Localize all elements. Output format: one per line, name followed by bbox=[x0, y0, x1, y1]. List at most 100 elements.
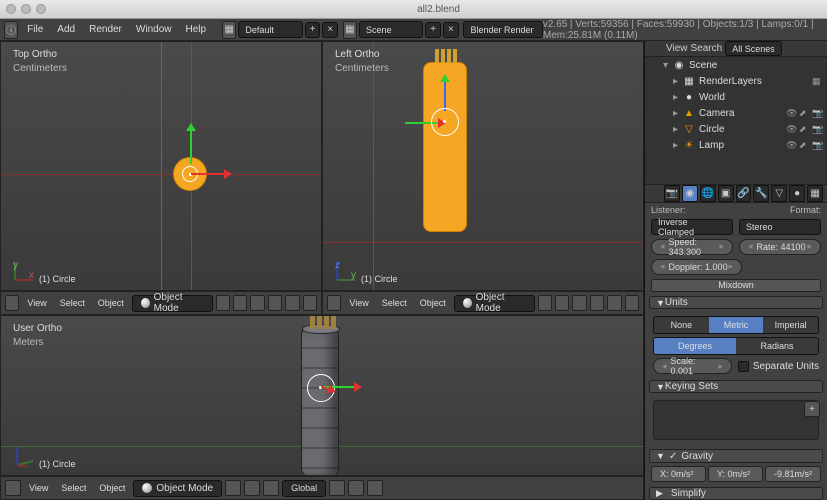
gravity-checkbox[interactable]: ✓ bbox=[669, 451, 677, 462]
vp-menu-object[interactable]: Object bbox=[94, 483, 130, 493]
tree-renderlayers[interactable]: ▸▦RenderLayers▦ bbox=[645, 73, 827, 89]
tab-data[interactable]: ▽ bbox=[771, 185, 787, 202]
cursor-icon[interactable]: ⬈ bbox=[799, 140, 810, 151]
render-icon[interactable]: 📷 bbox=[812, 124, 823, 135]
mode-dropdown[interactable]: Object Mode bbox=[454, 295, 535, 312]
gravity-y-field[interactable]: Y: 0m/s² bbox=[708, 466, 763, 482]
vp-menu-view[interactable]: View bbox=[22, 298, 51, 308]
render-engine-dropdown[interactable]: Blender Render bbox=[463, 21, 542, 38]
tab-render[interactable]: 📷 bbox=[664, 185, 680, 202]
gravity-x-field[interactable]: X: 0m/s² bbox=[651, 466, 706, 482]
tab-material[interactable]: ● bbox=[789, 185, 805, 202]
render-icon[interactable] bbox=[367, 480, 383, 496]
mode-dropdown[interactable]: Object Mode bbox=[133, 480, 222, 497]
editor-type-icon[interactable] bbox=[5, 480, 21, 496]
shading-icon[interactable] bbox=[216, 295, 230, 311]
mixdown-button[interactable]: Mixdown bbox=[651, 279, 821, 292]
render-icon[interactable]: 📷 bbox=[812, 108, 823, 119]
mode-dropdown[interactable]: Object Mode bbox=[132, 295, 213, 312]
units-radians-button[interactable]: Radians bbox=[736, 338, 818, 354]
eye-icon[interactable]: 👁 bbox=[786, 140, 797, 151]
manipulator-icon[interactable] bbox=[303, 295, 317, 311]
menu-window[interactable]: Window bbox=[129, 24, 179, 35]
layout-remove-button[interactable]: × bbox=[322, 22, 338, 38]
layout-add-button[interactable]: + bbox=[305, 22, 321, 38]
speed-field[interactable]: Speed: 343.300 bbox=[651, 239, 733, 255]
menu-add[interactable]: Add bbox=[50, 24, 82, 35]
tab-world[interactable]: 🌐 bbox=[700, 185, 716, 202]
add-keying-set-button[interactable]: + bbox=[804, 401, 820, 417]
vp-menu-object[interactable]: Object bbox=[415, 298, 451, 308]
scene-remove-button[interactable]: × bbox=[443, 22, 459, 38]
units-degrees-button[interactable]: Degrees bbox=[654, 338, 736, 354]
shading-icon[interactable] bbox=[225, 480, 241, 496]
viewport-user[interactable]: User Ortho Meters (1) Circle bbox=[0, 315, 644, 476]
keying-sets-list[interactable]: + bbox=[653, 400, 819, 440]
vp-menu-select[interactable]: Select bbox=[56, 483, 91, 493]
eye-icon[interactable]: 👁 bbox=[786, 108, 797, 119]
gravity-z-field[interactable]: -9.81m/s² bbox=[765, 466, 821, 482]
units-panel-header[interactable]: ▼ Units bbox=[649, 296, 823, 309]
units-metric-button[interactable]: Metric bbox=[709, 317, 764, 333]
layers-icon[interactable] bbox=[250, 295, 264, 311]
tree-scene[interactable]: ▾◉Scene bbox=[645, 57, 827, 73]
viewport-left[interactable]: Left Ortho Centimeters zy (1) Circle bbox=[322, 41, 644, 291]
snap-icon[interactable] bbox=[590, 295, 604, 311]
orientation-dropdown[interactable]: Global bbox=[282, 480, 326, 497]
pivot-icon[interactable] bbox=[244, 480, 260, 496]
outliner-filter-dropdown[interactable]: All Scenes bbox=[725, 41, 782, 56]
shading-icon[interactable] bbox=[538, 295, 552, 311]
doppler-field[interactable]: Doppler: 1.000 bbox=[651, 259, 742, 275]
layout-browse-icon[interactable]: ▦ bbox=[222, 21, 236, 39]
snap-icon[interactable] bbox=[348, 480, 364, 496]
traffic-lights[interactable] bbox=[6, 4, 46, 14]
scene-browse-icon[interactable]: ▦ bbox=[343, 21, 357, 39]
vp-menu-select[interactable]: Select bbox=[377, 298, 412, 308]
editor-type-icon[interactable] bbox=[5, 295, 19, 311]
scene-dropdown[interactable]: Scene bbox=[359, 21, 423, 38]
keying-sets-panel-header[interactable]: ▼ Keying Sets bbox=[649, 380, 823, 393]
gravity-panel-header[interactable]: ▼ ✓Gravity bbox=[649, 449, 823, 462]
tree-camera[interactable]: ▸▲Camera👁⬈📷 bbox=[645, 105, 827, 121]
format-dropdown[interactable]: Stereo bbox=[739, 219, 821, 235]
rate-field[interactable]: Rate: 44100 bbox=[739, 239, 821, 255]
vp-menu-object[interactable]: Object bbox=[93, 298, 129, 308]
editor-type-icon[interactable] bbox=[649, 42, 663, 56]
info-editor-icon[interactable]: ⓘ bbox=[4, 21, 18, 39]
separate-units-checkbox[interactable] bbox=[738, 361, 749, 372]
manipulator-icon[interactable] bbox=[625, 295, 639, 311]
menu-file[interactable]: File bbox=[20, 24, 50, 35]
layers-icon[interactable] bbox=[329, 480, 345, 496]
menu-help[interactable]: Help bbox=[178, 24, 213, 35]
units-imperial-button[interactable]: Imperial bbox=[763, 317, 818, 333]
outliner-search-menu[interactable]: Search bbox=[691, 43, 723, 54]
viewport-top[interactable]: Top Ortho Centimeters yx (1) Circle bbox=[0, 41, 322, 291]
snap-icon[interactable] bbox=[268, 295, 282, 311]
object-circle-3d[interactable] bbox=[301, 328, 339, 476]
tree-lamp[interactable]: ▸☀Lamp👁⬈📷 bbox=[645, 137, 827, 153]
cursor-icon[interactable]: ⬈ bbox=[799, 124, 810, 135]
tree-circle[interactable]: ▸▽Circle👁⬈📷 bbox=[645, 121, 827, 137]
proportional-icon[interactable] bbox=[607, 295, 621, 311]
vp-menu-select[interactable]: Select bbox=[55, 298, 90, 308]
tab-constraints[interactable]: 🔗 bbox=[736, 185, 752, 202]
vp-menu-view[interactable]: View bbox=[344, 298, 373, 308]
tab-scene[interactable]: ◉ bbox=[682, 185, 698, 202]
outliner-tree[interactable]: ▾◉Scene ▸▦RenderLayers▦ ▸●World ▸▲Camera… bbox=[645, 57, 827, 184]
editor-type-icon[interactable] bbox=[649, 186, 662, 200]
vp-menu-view[interactable]: View bbox=[24, 483, 53, 493]
cursor-icon[interactable]: ⬈ bbox=[799, 108, 810, 119]
eye-icon[interactable]: 👁 bbox=[786, 124, 797, 135]
proportional-icon[interactable] bbox=[285, 295, 299, 311]
outliner-view-menu[interactable]: View bbox=[666, 43, 688, 54]
simplify-panel-header[interactable]: ▶ Simplify bbox=[649, 487, 823, 500]
manipulator-icon[interactable] bbox=[263, 480, 279, 496]
tab-texture[interactable]: ▦ bbox=[807, 185, 823, 202]
units-none-button[interactable]: None bbox=[654, 317, 709, 333]
layers-icon[interactable] bbox=[572, 295, 586, 311]
render-icon[interactable]: 📷 bbox=[812, 140, 823, 151]
menu-render[interactable]: Render bbox=[82, 24, 129, 35]
tree-world[interactable]: ▸●World bbox=[645, 89, 827, 105]
listener-dropdown[interactable]: Inverse Clamped bbox=[651, 219, 733, 235]
scene-add-button[interactable]: + bbox=[425, 22, 441, 38]
